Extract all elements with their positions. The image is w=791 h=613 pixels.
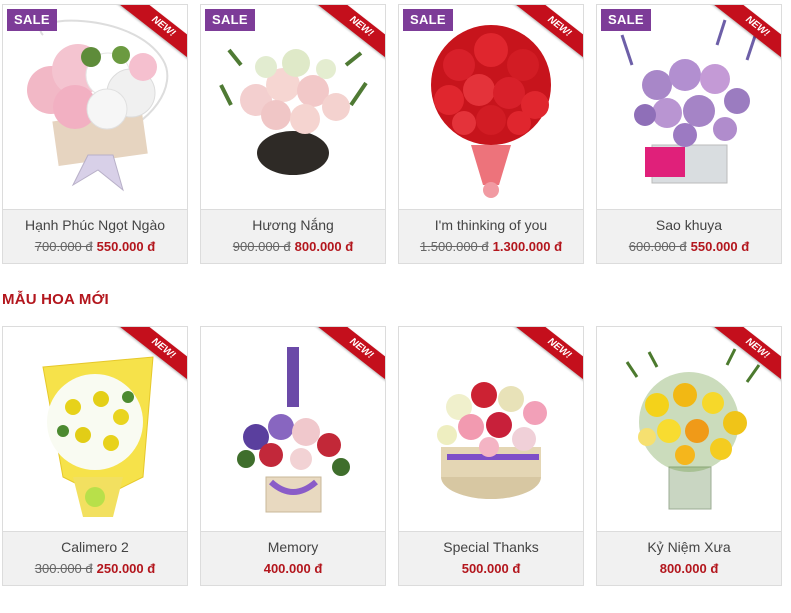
product-card[interactable]: SALE NEW! I'm thinking of you 1.500.000 …: [398, 4, 584, 264]
product-card[interactable]: SALE NEW! Hương Nắng 900.000 đ 800.000 đ: [200, 4, 386, 264]
sale-badge: SALE: [601, 9, 651, 31]
new-ribbon: NEW!: [512, 5, 583, 76]
new-ribbon-label: NEW!: [512, 5, 583, 68]
new-ribbon-label: NEW!: [710, 5, 781, 68]
product-price: 800.000 đ: [597, 561, 781, 577]
current-price: 400.000 đ: [263, 561, 323, 576]
product-name[interactable]: Hạnh Phúc Ngọt Ngào: [3, 217, 187, 234]
old-price: 1.500.000 đ: [419, 239, 489, 254]
new-ribbon: NEW!: [314, 327, 385, 398]
new-products-grid: NEW! Calimero 2 300.000 đ250.000 đ NEW!: [2, 326, 782, 586]
new-ribbon-label: NEW!: [710, 327, 781, 390]
product-name[interactable]: Kỷ Niệm Xưa: [597, 539, 781, 556]
product-card[interactable]: SALE NEW! Hạnh Phúc Ngọt Ngào 700.000 đ5…: [2, 4, 188, 264]
new-ribbon: NEW!: [710, 327, 781, 398]
product-name[interactable]: Hương Nắng: [201, 217, 385, 234]
current-price: 550.000 đ: [690, 239, 750, 254]
product-info: Special Thanks 500.000 đ: [399, 531, 583, 585]
new-ribbon-label: NEW!: [314, 327, 385, 390]
product-price: 400.000 đ: [201, 561, 385, 577]
current-price: 250.000 đ: [96, 561, 156, 576]
product-card[interactable]: SALE NEW! Sao khuya 600.000 đ 550.000 đ: [596, 4, 782, 264]
new-ribbon: NEW!: [314, 5, 385, 76]
new-ribbon: NEW!: [710, 5, 781, 76]
new-ribbon: NEW!: [116, 5, 187, 76]
current-price: 500.000 đ: [461, 561, 521, 576]
product-price: 1.500.000 đ 1.300.000 đ: [399, 239, 583, 255]
current-price: 1.300.000 đ: [492, 239, 563, 254]
sale-products-grid: SALE NEW! Hạnh Phúc Ngọt Ngào 700.000 đ5…: [2, 4, 782, 264]
sale-badge: SALE: [7, 9, 57, 31]
new-ribbon-label: NEW!: [116, 5, 187, 68]
product-info: Kỷ Niệm Xưa 800.000 đ: [597, 531, 781, 585]
sale-badge: SALE: [205, 9, 255, 31]
old-price: 900.000 đ: [232, 239, 291, 254]
new-ribbon-label: NEW!: [116, 327, 187, 390]
product-info: Calimero 2 300.000 đ 250.000 đ: [3, 531, 187, 585]
product-name[interactable]: Calimero 2: [3, 539, 187, 556]
product-info: Memory 400.000 đ: [201, 531, 385, 585]
new-ribbon: NEW!: [116, 327, 187, 398]
product-card[interactable]: NEW! Kỷ Niệm Xưa 800.000 đ: [596, 326, 782, 586]
current-price: 800.000 đ: [294, 239, 354, 254]
current-price: 800.000 đ: [659, 561, 719, 576]
old-price: 600.000 đ: [628, 239, 687, 254]
product-price: 700.000 đ 550.000 đ: [3, 239, 187, 255]
new-ribbon: NEW!: [512, 327, 583, 398]
product-name[interactable]: Special Thanks: [399, 539, 583, 556]
product-price: 500.000 đ: [399, 561, 583, 577]
product-card[interactable]: NEW! Calimero 2 300.000 đ 250.000 đ: [2, 326, 188, 586]
product-card[interactable]: NEW! Special Thanks 500.000 đ: [398, 326, 584, 586]
product-name[interactable]: I'm thinking of you: [399, 217, 583, 234]
new-ribbon-label: NEW!: [512, 327, 583, 390]
new-ribbon-label: NEW!: [314, 5, 385, 68]
product-price: 900.000 đ 800.000 đ: [201, 239, 385, 255]
product-info: Hương Nắng 900.000 đ 800.000 đ: [201, 209, 385, 263]
product-name[interactable]: Sao khuya: [597, 217, 781, 234]
product-info: Hạnh Phúc Ngọt Ngào 700.000 đ 550.000 đ: [3, 209, 187, 263]
old-price: 300.000 đ: [34, 561, 93, 576]
product-price: 600.000 đ 550.000 đ: [597, 239, 781, 255]
product-price: 300.000 đ 250.000 đ: [3, 561, 187, 577]
sale-badge: SALE: [403, 9, 453, 31]
product-card[interactable]: NEW! Memory 400.000 đ: [200, 326, 386, 586]
product-info: Sao khuya 600.000 đ 550.000 đ: [597, 209, 781, 263]
section-title-new-products: MẪU HOA MỚI: [2, 291, 109, 308]
product-name[interactable]: Memory: [201, 539, 385, 556]
old-price: 700.000 đ: [34, 239, 93, 254]
product-info: I'm thinking of you 1.500.000 đ 1.300.000…: [399, 209, 583, 263]
current-price: 550.000 đ: [96, 239, 156, 254]
